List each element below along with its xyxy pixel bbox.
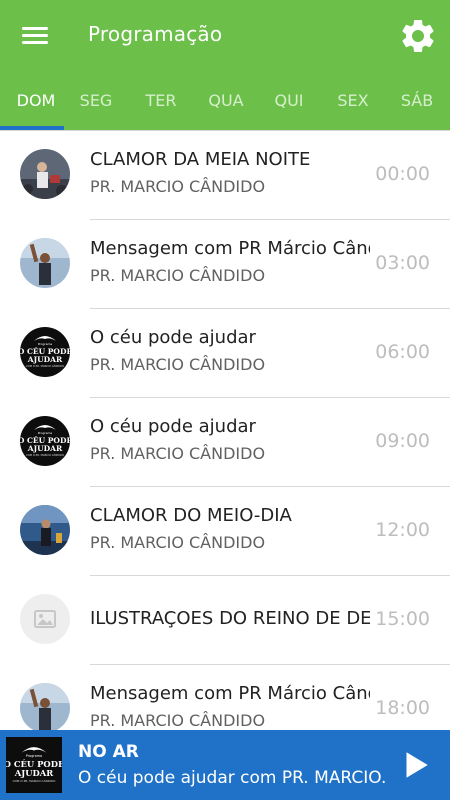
- svg-text:COM O PR. MARCIO CÂNDIDO: COM O PR. MARCIO CÂNDIDO: [13, 778, 56, 783]
- now-playing-bar[interactable]: Programa O CÉU PODE AJUDAR COM O PR. MAR…: [0, 730, 450, 800]
- page-title: Programação: [88, 22, 223, 46]
- svg-text:AJUDAR: AJUDAR: [27, 355, 63, 364]
- program-time: 03:00: [375, 252, 430, 274]
- program-time: 18:00: [375, 697, 430, 719]
- program-title: ILUSTRAÇOES DO REINO DE DEUS: [90, 608, 370, 629]
- program-time: 12:00: [375, 519, 430, 541]
- program-title: CLAMOR DA MEIA NOITE: [90, 149, 311, 170]
- program-time: 15:00: [375, 608, 430, 630]
- list-item[interactable]: Programa O CÉU PODE AJUDAR COM O PR. MAR…: [0, 398, 450, 487]
- program-host: PR. MARCIO CÂNDIDO: [90, 533, 266, 552]
- list-item[interactable]: CLAMOR DA MEIA NOITE PR. MARCIO CÂNDIDO …: [0, 131, 450, 220]
- tab-qua[interactable]: QUA: [194, 80, 258, 130]
- photo-preacher-crowd: [20, 149, 70, 199]
- list-item[interactable]: Programa O CÉU PODE AJUDAR COM O PR. MAR…: [0, 309, 450, 398]
- program-title: Mensagem com PR Márcio Cândido: [90, 238, 370, 259]
- hamburger-menu-icon[interactable]: [18, 22, 52, 50]
- program-host: PR. MARCIO CÂNDIDO: [90, 711, 266, 730]
- program-time: 09:00: [375, 430, 430, 452]
- program-title: Mensagem com PR Márcio Cândido: [90, 683, 370, 704]
- gear-icon[interactable]: [398, 16, 438, 56]
- svg-text:AJUDAR: AJUDAR: [14, 768, 55, 778]
- program-host: PR. MARCIO CÂNDIDO: [90, 177, 266, 196]
- tab-qui[interactable]: QUI: [257, 80, 321, 130]
- program-time: 06:00: [375, 341, 430, 363]
- logo-o-ceu-pode-ajudar: Programa O CÉU PODE AJUDAR COM O PR. MAR…: [20, 327, 70, 377]
- program-title: O céu pode ajudar: [90, 416, 256, 437]
- live-status-label: NO AR: [78, 742, 139, 762]
- app-bar: Programação DOM SEG TER QUA QUI SEX SÁB: [0, 0, 450, 130]
- list-item[interactable]: Mensagem com PR Márcio Cândido PR. MARCI…: [0, 220, 450, 309]
- logo-o-ceu-pode-ajudar: Programa O CÉU PODE AJUDAR COM O PR. MAR…: [20, 416, 70, 466]
- program-host: PR. MARCIO CÂNDIDO: [90, 355, 266, 374]
- play-icon[interactable]: [398, 748, 432, 782]
- program-time: 00:00: [375, 163, 430, 185]
- tab-dom[interactable]: DOM: [4, 80, 68, 130]
- svg-text:AJUDAR: AJUDAR: [27, 444, 63, 453]
- program-host: PR. MARCIO CÂNDIDO: [90, 266, 266, 285]
- program-title: CLAMOR DO MEIO-DIA: [90, 505, 292, 526]
- program-host: PR. MARCIO CÂNDIDO: [90, 444, 266, 463]
- photo-preacher-stage: [20, 505, 70, 555]
- program-title: O céu pode ajudar: [90, 327, 256, 348]
- image-placeholder-icon: [20, 594, 70, 644]
- photo-preacher-hand-raised: [20, 683, 70, 730]
- now-playing-cover: Programa O CÉU PODE AJUDAR COM O PR. MAR…: [4, 737, 64, 793]
- now-playing-title: O céu pode ajudar com PR. MARCIO..: [78, 768, 388, 788]
- photo-preacher-hand-raised: [20, 238, 70, 288]
- program-list[interactable]: CLAMOR DA MEIA NOITE PR. MARCIO CÂNDIDO …: [0, 130, 450, 730]
- tab-sex[interactable]: SEX: [321, 80, 385, 130]
- list-item[interactable]: Mensagem com PR Márcio Cândido PR. MARCI…: [0, 665, 450, 730]
- tab-seg[interactable]: SEG: [64, 80, 128, 130]
- svg-text:Programa: Programa: [26, 754, 42, 758]
- svg-text:Programa: Programa: [38, 431, 53, 435]
- day-tabs: DOM SEG TER QUA QUI SEX SÁB: [0, 80, 450, 130]
- list-item[interactable]: CLAMOR DO MEIO-DIA PR. MARCIO CÂNDIDO 12…: [0, 487, 450, 576]
- tab-sab[interactable]: SÁB: [385, 80, 449, 130]
- list-item[interactable]: ILUSTRAÇOES DO REINO DE DEUS 15:00: [0, 576, 450, 665]
- svg-text:Programa: Programa: [38, 342, 53, 346]
- tab-ter[interactable]: TER: [129, 80, 193, 130]
